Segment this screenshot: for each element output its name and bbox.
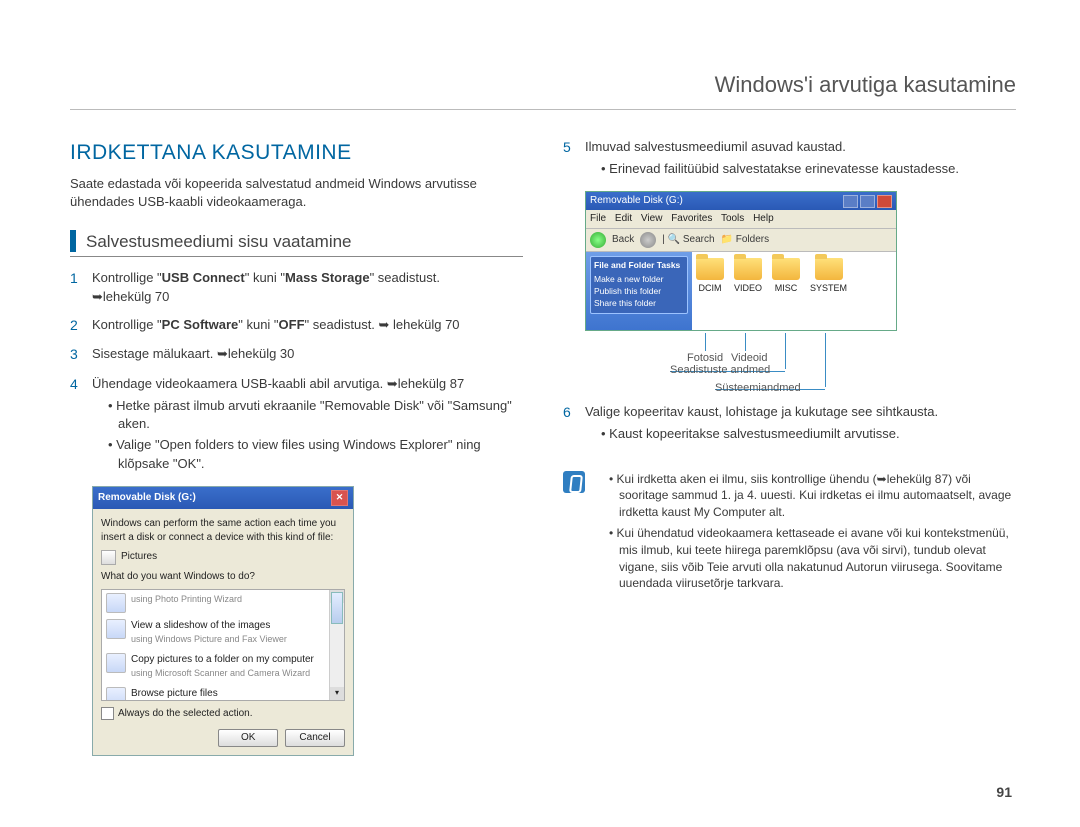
note-item: Kui ühendatud videokaamera kettaseade ei…: [619, 525, 1016, 592]
copy-icon: [106, 653, 126, 673]
section-title: IRDKETTANA KASUTAMINE: [70, 138, 523, 167]
folder-icon: [734, 258, 762, 280]
menu-favorites[interactable]: Favorites: [671, 213, 712, 224]
cancel-button[interactable]: Cancel: [285, 729, 345, 747]
autoplay-dialog-screenshot: Removable Disk (G:) ✕ Windows can perfor…: [92, 486, 354, 756]
menu-view[interactable]: View: [641, 213, 663, 224]
page-header-title: Windows'i arvutiga kasutamine: [70, 0, 1016, 110]
explorer-task-pane: File and Folder Tasks Make a new folder …: [586, 252, 692, 330]
subsection-heading: Salvestusmeediumi sisu vaatamine: [70, 230, 523, 258]
right-column: 5 Ilmuvad salvestusmeediumil asuvad kaus…: [563, 138, 1016, 756]
note-box: Kui irdketta aken ei ilmu, siis kontroll…: [563, 471, 1016, 597]
maximize-icon[interactable]: [860, 195, 875, 208]
note-item: Kui irdketta aken ei ilmu, siis kontroll…: [619, 471, 1016, 521]
task-link[interactable]: Publish this folder: [594, 286, 684, 298]
explorer-toolbar[interactable]: Back | 🔍 Search 📁 Folders: [586, 229, 896, 252]
left-column: IRDKETTANA KASUTAMINE Saate edastada või…: [70, 138, 523, 756]
dialog-title: Removable Disk (G:): [98, 491, 196, 505]
explorer-title: Removable Disk (G:): [590, 194, 683, 208]
task-link[interactable]: Share this folder: [594, 298, 684, 310]
subsection-title: Salvestusmeediumi sisu vaatamine: [86, 230, 352, 254]
slideshow-icon: [106, 619, 126, 639]
search-button[interactable]: Search: [683, 234, 715, 245]
scroll-thumb[interactable]: [331, 592, 343, 624]
task-link[interactable]: Make a new folder: [594, 274, 684, 286]
menu-file[interactable]: File: [590, 213, 606, 224]
pictures-icon: [101, 550, 116, 565]
step-number: 2: [70, 316, 82, 336]
menu-tools[interactable]: Tools: [721, 213, 744, 224]
dialog-message-2: What do you want Windows to do?: [101, 570, 345, 584]
step-2: 2 Kontrollige "PC Software" kuni "OFF" s…: [70, 316, 523, 336]
back-label[interactable]: Back: [612, 233, 634, 247]
heading-mark: [70, 230, 76, 252]
folder-system[interactable]: SYSTEM: [810, 258, 847, 324]
action-list[interactable]: using Photo Printing Wizard View a slide…: [101, 589, 345, 701]
dialog-message-1: Windows can perform the same action each…: [101, 517, 345, 545]
ok-button[interactable]: OK: [218, 729, 278, 747]
close-icon[interactable]: [877, 195, 892, 208]
callout-settings: Seadistuste andmed: [670, 363, 770, 378]
explorer-titlebar: Removable Disk (G:): [586, 192, 896, 210]
step-bullet: Kaust kopeeritakse salvestusmeediumilt a…: [611, 425, 1016, 443]
scrollbar[interactable]: ▴ ▾: [329, 590, 344, 700]
pictures-label: Pictures: [121, 550, 157, 564]
always-checkbox[interactable]: [101, 707, 114, 720]
step-1: 1 Kontrollige "USB Connect" kuni "Mass S…: [70, 269, 523, 305]
task-pane-title: File and Folder Tasks: [594, 260, 684, 272]
always-label: Always do the selected action.: [118, 707, 253, 721]
step-bullet: Valige "Open folders to view files using…: [118, 436, 523, 472]
explorer-window-screenshot: Removable Disk (G:) File Edit View Favor…: [585, 191, 897, 331]
back-icon[interactable]: [590, 232, 606, 248]
forward-icon[interactable]: [640, 232, 656, 248]
menu-edit[interactable]: Edit: [615, 213, 632, 224]
dialog-titlebar: Removable Disk (G:) ✕: [93, 487, 353, 509]
browse-icon: [106, 687, 126, 701]
step-number: 1: [70, 269, 82, 305]
step-number: 4: [70, 375, 82, 476]
folder-dcim[interactable]: DCIM: [696, 258, 724, 324]
step-number: 6: [563, 403, 575, 446]
folders-button[interactable]: Folders: [736, 234, 769, 245]
manual-page: Windows'i arvutiga kasutamine IRDKETTANA…: [0, 0, 1080, 827]
step-bullet: Hetke pärast ilmub arvuti ekraanile "Rem…: [118, 397, 523, 433]
folder-icon: [772, 258, 800, 280]
step-4: 4 Ühendage videokaamera USB-kaabli abil …: [70, 375, 523, 476]
close-icon[interactable]: ✕: [331, 490, 348, 506]
scroll-down-icon[interactable]: ▾: [330, 687, 344, 700]
section-intro: Saate edastada või kopeerida salvestatud…: [70, 175, 523, 211]
step-6: 6 Valige kopeeritav kaust, lohistage ja …: [563, 403, 1016, 446]
note-icon: [563, 471, 585, 493]
folder-video[interactable]: VIDEO: [734, 258, 762, 324]
menu-help[interactable]: Help: [753, 213, 774, 224]
callout-diagram: Fotosid Videoid Seadistuste andmed Süste…: [585, 333, 895, 403]
printer-icon: [106, 593, 126, 613]
folder-misc[interactable]: MISC: [772, 258, 800, 324]
folder-icon: [696, 258, 724, 280]
folder-icon: [815, 258, 843, 280]
step-number: 3: [70, 345, 82, 365]
step-5: 5 Ilmuvad salvestusmeediumil asuvad kaus…: [563, 138, 1016, 181]
minimize-icon[interactable]: [843, 195, 858, 208]
callout-system: Süsteemiandmed: [715, 381, 801, 396]
explorer-menubar[interactable]: File Edit View Favorites Tools Help: [586, 210, 896, 229]
step-number: 5: [563, 138, 575, 181]
step-bullet: Erinevad failitüübid salvestatakse erine…: [611, 160, 1016, 178]
step-3: 3 Sisestage mälukaart. ➥lehekülg 30: [70, 345, 523, 365]
page-number: 91: [996, 783, 1012, 803]
explorer-file-pane[interactable]: DCIM VIDEO MISC SYSTEM: [692, 252, 896, 330]
